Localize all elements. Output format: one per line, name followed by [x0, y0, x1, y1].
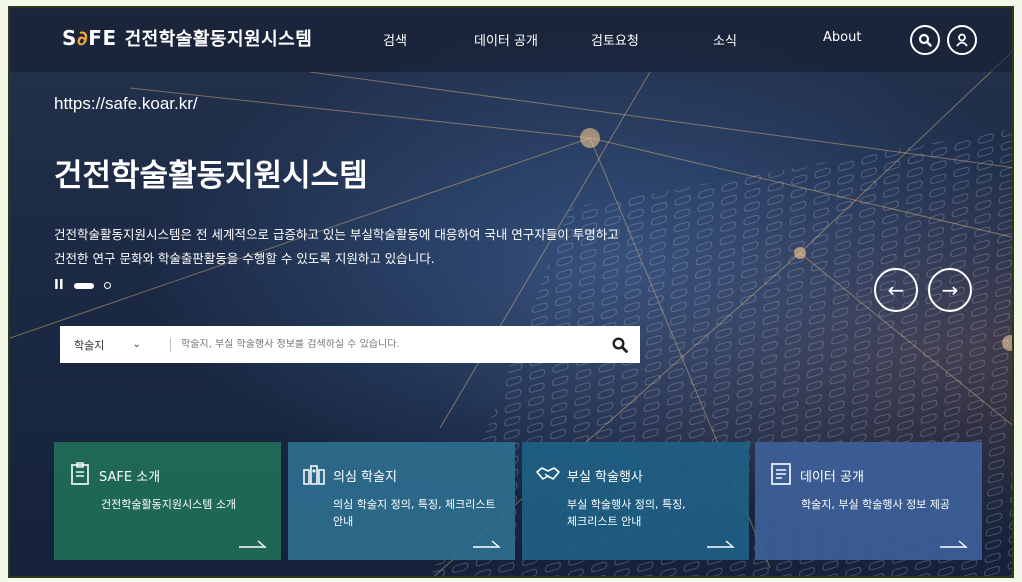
card-predatory-conferences[interactable]: 부실 학술행사 부실 학술행사 정의, 특징, 체크리스트 안내: [522, 442, 749, 560]
nav-review-request[interactable]: 검토요청: [591, 30, 639, 49]
arrow-right-icon: [940, 540, 968, 548]
search-category-value: 학술지: [74, 338, 105, 352]
slider-controls: II: [54, 278, 111, 293]
slide-indicator[interactable]: [103, 282, 111, 289]
search-icon: [612, 336, 628, 353]
nav-news[interactable]: 소식: [713, 30, 737, 49]
next-slide-button[interactable]: →: [928, 268, 972, 312]
nav-about[interactable]: About: [823, 30, 861, 45]
card-description: 건전학술활동지원시스템 소개: [101, 498, 237, 511]
browser-viewport: S∂FE 건전학술활동지원시스템 검색 데이터 공개 검토요청 소식 About…: [8, 6, 1014, 578]
header-user-button[interactable]: [947, 25, 977, 55]
card-title: 데이터 공개: [800, 470, 864, 485]
arrow-right-icon: [473, 540, 501, 548]
chevron-down-icon: ⌄: [132, 339, 141, 350]
document-icon: [771, 463, 791, 485]
clipboard-icon: [71, 462, 89, 485]
card-title: SAFE 소개: [99, 470, 161, 485]
search-bar: 학술지 ⌄: [60, 326, 640, 363]
card-data-open[interactable]: 데이터 공개 학술지, 부실 학술행사 정보 제공: [755, 442, 982, 560]
card-description: 부실 학술행사 정의, 특징, 체크리스트 안내: [567, 498, 686, 528]
search-input[interactable]: [171, 339, 600, 350]
pause-button[interactable]: II: [54, 278, 64, 293]
arrow-right-icon: [239, 540, 267, 548]
user-icon: [956, 33, 968, 47]
search-icon: [918, 33, 932, 47]
prev-slide-button[interactable]: ←: [874, 268, 918, 312]
card-description: 의심 학술지 정의, 특징, 체크리스트 안내: [333, 498, 496, 528]
search-submit-button[interactable]: [600, 336, 640, 353]
logo-text: 건전학술활동지원시스템: [124, 29, 313, 50]
books-icon: [303, 465, 325, 485]
site-url: https://safe.koar.kr/: [54, 94, 198, 113]
header-search-button[interactable]: [910, 25, 940, 55]
nav-search[interactable]: 검색: [383, 30, 407, 49]
card-title: 부실 학술행사: [567, 470, 643, 485]
card-description: 학술지, 부실 학술행사 정보 제공: [801, 498, 951, 511]
slide-indicator-active[interactable]: [73, 282, 94, 289]
card-suspicious-journals[interactable]: 의심 학술지 의심 학술지 정의, 특징, 체크리스트 안내: [288, 442, 515, 560]
card-title: 의심 학술지: [333, 470, 397, 485]
arrow-right-icon: [707, 540, 735, 548]
site-logo[interactable]: S∂FE 건전학술활동지원시스템: [62, 25, 312, 51]
site-header: S∂FE 건전학술활동지원시스템 검색 데이터 공개 검토요청 소식 About: [10, 8, 1012, 72]
hero-description-line-2: 건전한 연구 문화와 학술출판활동을 수행할 수 있도록 지원하고 있습니다.: [54, 251, 435, 266]
handshake-icon: [536, 467, 560, 480]
hero-description-line-1: 건전학술활동지원시스템은 전 세계적으로 급증하고 있는 부실학술활동에 대응하…: [54, 227, 619, 242]
hero-title: 건전학술활동지원시스템: [54, 158, 368, 194]
logo-mark: S∂FE: [62, 26, 117, 50]
search-category-select[interactable]: 학술지 ⌄: [60, 337, 170, 353]
card-safe-intro[interactable]: SAFE 소개 건전학술활동지원시스템 소개: [54, 442, 281, 560]
nav-data-open[interactable]: 데이터 공개: [474, 30, 538, 49]
